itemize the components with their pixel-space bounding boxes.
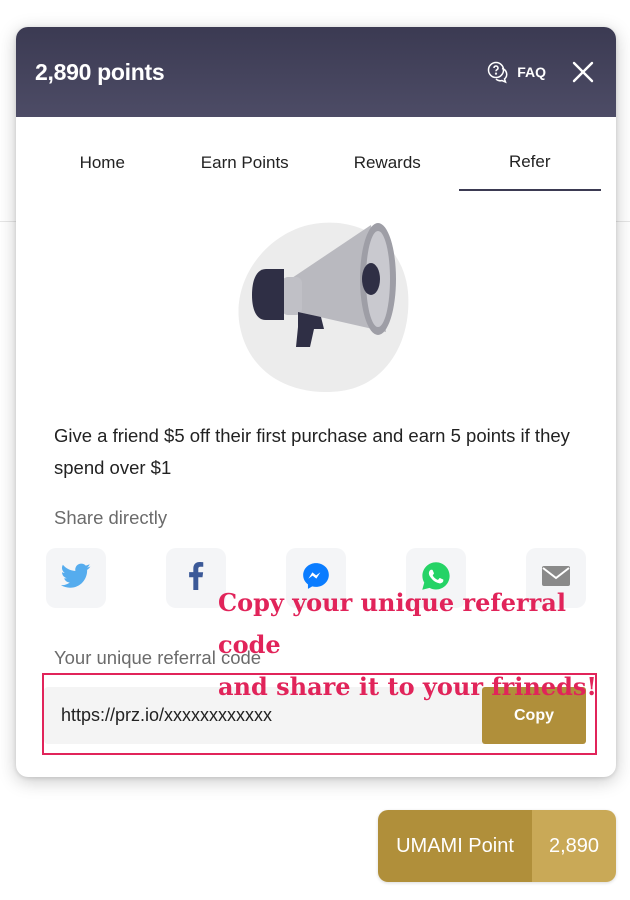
annotation-line-2: and share it to your frineds! <box>218 672 597 701</box>
close-icon[interactable] <box>570 59 596 85</box>
tab-refer[interactable]: Refer <box>458 117 602 191</box>
umami-point-launcher[interactable]: UMAMI Point 2,890 <box>378 810 616 882</box>
tab-bar: Home Earn Points Rewards Refer <box>16 117 616 191</box>
launcher-label: UMAMI Point <box>378 810 532 882</box>
megaphone-icon <box>226 217 416 397</box>
tab-rewards[interactable]: Rewards <box>316 117 459 191</box>
facebook-share-button[interactable] <box>166 548 226 608</box>
facebook-icon <box>188 561 204 595</box>
share-label: Share directly <box>54 507 168 528</box>
referral-description: Give a friend $5 off their first purchas… <box>54 425 570 478</box>
faq-icon <box>486 60 510 84</box>
widget-header: 2,890 points FAQ <box>16 27 616 117</box>
twitter-icon <box>60 563 91 594</box>
tab-home[interactable]: Home <box>31 117 174 191</box>
annotation-line-1: Copy your unique referral code <box>218 588 566 659</box>
launcher-points-count: 2,890 <box>532 810 616 882</box>
tab-earn-points[interactable]: Earn Points <box>174 117 317 191</box>
twitter-share-button[interactable] <box>46 548 106 608</box>
annotation-text: Copy your unique referral code and share… <box>218 582 628 708</box>
faq-button[interactable]: FAQ <box>486 60 546 84</box>
points-title: 2,890 points <box>35 58 165 85</box>
faq-label: FAQ <box>517 64 546 80</box>
